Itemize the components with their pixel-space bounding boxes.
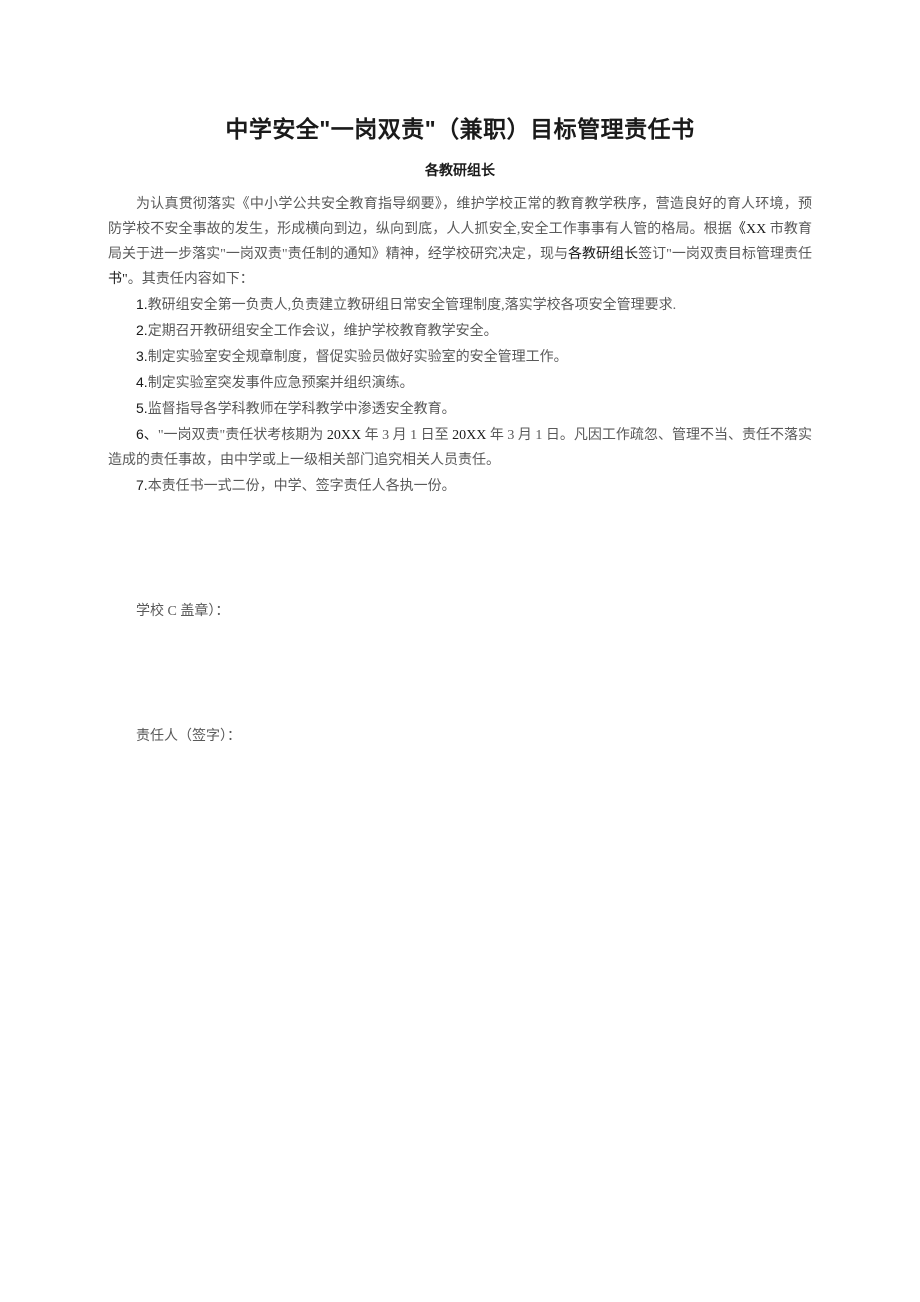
- intro-text-3: 签订"一岗双责目标管理责任: [638, 247, 812, 262]
- item-date-1: 20XX: [327, 428, 361, 443]
- item-number: 3.: [136, 348, 148, 364]
- item-text-part: 年 3 月 1 日至: [361, 428, 452, 443]
- school-seal-line: 学校 C 盖章）：: [108, 599, 812, 624]
- document-title: 中学安全"一岗双责"（兼职）目标管理责任书: [108, 110, 812, 144]
- item-number: 5.: [136, 400, 148, 416]
- intro-text-1: 为认真贯彻落实《中小学公共安全教育指导纲要》，维护学校正常的教育教学秩序，营造良…: [108, 197, 812, 237]
- item-number: 4.: [136, 374, 148, 390]
- intro-emph-2: 各教研组长: [568, 247, 638, 262]
- list-item: 6、"一岗双责"责任状考核期为 20XX 年 3 月 1 日至 20XX 年 3…: [108, 422, 812, 473]
- item-date-2: 20XX: [452, 428, 486, 443]
- item-number: 7.: [136, 477, 148, 493]
- intro-paragraph: 为认真贯彻落实《中小学公共安全教育指导纲要》，维护学校正常的教育教学秩序，营造良…: [108, 192, 812, 292]
- intro-text-4: 。其责任内容如下：: [128, 272, 254, 287]
- intro-emph-1: 《XX: [732, 222, 766, 237]
- list-item: 4.制定实验室突发事件应急预案并组织演练。: [108, 370, 812, 396]
- document-subtitle: 各教研组长: [108, 160, 812, 180]
- item-text: 定期召开教研组安全工作会议，维护学校教育教学安全。: [148, 324, 498, 339]
- intro-emph-3: 书": [108, 272, 128, 287]
- list-item: 7.本责任书一式二份，中学、签字责任人各执一份。: [108, 473, 812, 499]
- item-text: 教研组安全第一负责人,负责建立教研组日常安全管理制度,落实学校各项安全管理要求.: [148, 298, 677, 313]
- list-item: 1.教研组安全第一负责人,负责建立教研组日常安全管理制度,落实学校各项安全管理要…: [108, 292, 812, 318]
- list-item: 2.定期召开教研组安全工作会议，维护学校教育教学安全。: [108, 318, 812, 344]
- item-text: 制定实验室安全规章制度，督促实验员做好实验室的安全管理工作。: [148, 350, 568, 365]
- item-number: 2.: [136, 322, 148, 338]
- item-text: 制定实验室突发事件应急预案并组织演练。: [148, 376, 414, 391]
- item-number: 1.: [136, 296, 148, 312]
- responsible-signature-line: 责任人（签字）：: [108, 724, 812, 749]
- item-number: 6、: [136, 426, 158, 442]
- item-text: 本责任书一式二份，中学、签字责任人各执一份。: [148, 479, 456, 494]
- list-item: 3.制定实验室安全规章制度，督促实验员做好实验室的安全管理工作。: [108, 344, 812, 370]
- item-text-part: "一岗双责"责任状考核期为: [158, 428, 327, 443]
- list-item: 5.监督指导各学科教师在学科教学中渗透安全教育。: [108, 396, 812, 422]
- item-text: 监督指导各学科教师在学科教学中渗透安全教育。: [148, 402, 456, 417]
